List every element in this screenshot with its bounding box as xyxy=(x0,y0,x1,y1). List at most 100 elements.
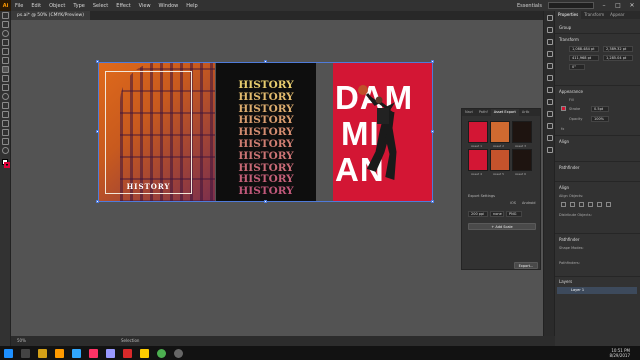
suffix-field[interactable]: none xyxy=(490,211,504,217)
export-button[interactable]: Export... xyxy=(514,262,538,269)
ios-option[interactable]: iOS xyxy=(510,201,516,205)
selection-handle[interactable] xyxy=(96,200,99,203)
align-option-icon[interactable] xyxy=(606,202,611,207)
folder-taskbar-icon[interactable] xyxy=(140,348,149,358)
minimize-icon[interactable]: – xyxy=(600,2,608,9)
align-option-icon[interactable] xyxy=(579,202,584,207)
fx-icon[interactable]: fx xyxy=(561,127,564,131)
layer-row[interactable]: Layer 1 xyxy=(557,287,637,294)
workspace-switcher[interactable]: Essentials xyxy=(517,3,542,9)
premiere-taskbar-icon[interactable] xyxy=(106,348,115,358)
tab-properties[interactable]: Properties xyxy=(555,11,582,19)
android-option[interactable]: Android xyxy=(522,201,536,205)
indesign-taskbar-icon[interactable] xyxy=(89,348,98,358)
menu-edit[interactable]: Edit xyxy=(27,3,45,9)
pen-tool-icon[interactable] xyxy=(2,39,9,46)
align-option-icon[interactable] xyxy=(588,202,593,207)
asset-thumbnail[interactable] xyxy=(490,121,510,143)
asset-thumbnail[interactable] xyxy=(490,149,510,171)
menu-effect[interactable]: Effect xyxy=(112,3,134,9)
asset-label[interactable]: Asset 5 xyxy=(493,172,504,176)
y-field[interactable]: 411,968 pt xyxy=(569,55,599,61)
tab-navigator[interactable]: Navi xyxy=(462,109,476,116)
align-option-icon[interactable] xyxy=(597,202,602,207)
menu-window[interactable]: Window xyxy=(155,3,183,9)
asset-thumbnail[interactable] xyxy=(512,121,532,143)
line-tool-icon[interactable] xyxy=(2,57,9,64)
asset-thumbnail[interactable] xyxy=(512,149,532,171)
selection-handle[interactable] xyxy=(431,60,434,63)
format-select[interactable]: PNG xyxy=(506,211,522,217)
align-option-icon[interactable] xyxy=(561,202,566,207)
chrome-taskbar-icon[interactable] xyxy=(157,348,166,358)
selection-handle[interactable] xyxy=(264,60,267,63)
acrobat-taskbar-icon[interactable] xyxy=(123,348,132,358)
angle-field[interactable]: 0° xyxy=(569,64,585,70)
asset-label[interactable]: Asset 3 xyxy=(515,144,526,148)
selection-tool-icon[interactable] xyxy=(2,12,9,19)
gradient-icon[interactable] xyxy=(547,99,553,105)
x-field[interactable]: 1,088.484 pt xyxy=(569,46,599,52)
photoshop-taskbar-icon[interactable] xyxy=(72,348,81,358)
selection-handle[interactable] xyxy=(264,200,267,203)
menu-type[interactable]: Type xyxy=(69,3,88,9)
scale-field[interactable]: 200 ppi xyxy=(468,211,488,217)
tab-artboards[interactable]: Artb xyxy=(519,109,532,116)
properties-icon[interactable] xyxy=(547,15,553,21)
file-explorer-icon[interactable] xyxy=(38,348,47,358)
free-transform-tool-icon[interactable] xyxy=(2,120,9,127)
paintbrush-tool-icon[interactable] xyxy=(2,75,9,82)
asset-label[interactable]: Asset 2 xyxy=(493,144,504,148)
tab-transform[interactable]: Transform xyxy=(581,11,607,19)
menu-help[interactable]: Help xyxy=(182,3,201,9)
selection-handle[interactable] xyxy=(96,60,99,63)
tab-pathfinder[interactable]: Pathf xyxy=(476,109,491,116)
asset-label[interactable]: Asset 6 xyxy=(515,172,526,176)
asset-label[interactable]: Asset 1 xyxy=(471,144,482,148)
menu-view[interactable]: View xyxy=(135,3,155,9)
stroke-swatch[interactable] xyxy=(4,162,10,168)
rotate-tool-icon[interactable] xyxy=(2,93,9,100)
document-tab[interactable]: ps.ai* @ 50% (CMYK/Preview) xyxy=(11,11,90,20)
scale-tool-icon[interactable] xyxy=(2,102,9,109)
zoom-tool-icon[interactable] xyxy=(2,147,9,154)
tab-appearance[interactable]: Appear xyxy=(607,11,627,19)
opacity-field[interactable]: 100% xyxy=(591,116,609,122)
selection-bounding-box[interactable] xyxy=(98,62,433,202)
system-clock[interactable]: 10:51 PM 8/29/2017 xyxy=(609,348,630,358)
libraries-icon[interactable] xyxy=(547,27,553,33)
zoom-level[interactable]: 50% xyxy=(17,336,26,346)
close-icon[interactable]: ✕ xyxy=(628,2,636,9)
appearance-icon[interactable] xyxy=(547,123,553,129)
w-field[interactable]: 2,389.32 pt xyxy=(603,46,633,52)
search-taskbar-icon[interactable] xyxy=(21,348,30,358)
brushes-icon[interactable] xyxy=(547,63,553,69)
rectangle-tool-icon[interactable] xyxy=(2,66,9,73)
layers-icon[interactable] xyxy=(547,147,553,153)
width-tool-icon[interactable] xyxy=(2,111,9,118)
selection-handle[interactable] xyxy=(431,200,434,203)
graphic-styles-icon[interactable] xyxy=(547,135,553,141)
asset-thumbnail[interactable] xyxy=(468,121,488,143)
add-scale-button[interactable]: + Add Scale xyxy=(468,223,536,230)
h-field[interactable]: 1,285.04 pt xyxy=(603,55,633,61)
shape-builder-tool-icon[interactable] xyxy=(2,129,9,136)
swatches-icon[interactable] xyxy=(547,51,553,57)
shaper-tool-icon[interactable] xyxy=(2,84,9,91)
align-option-icon[interactable] xyxy=(570,202,575,207)
color-icon[interactable] xyxy=(547,39,553,45)
search-input[interactable] xyxy=(548,2,594,9)
eyedropper-tool-icon[interactable] xyxy=(2,138,9,145)
menu-file[interactable]: File xyxy=(11,3,27,9)
maximize-icon[interactable]: □ xyxy=(614,2,622,9)
direct-selection-tool-icon[interactable] xyxy=(2,21,9,28)
symbols-icon[interactable] xyxy=(547,75,553,81)
menu-object[interactable]: Object xyxy=(45,3,69,9)
stroke-color-swatch[interactable] xyxy=(561,106,566,111)
transparency-icon[interactable] xyxy=(547,111,553,117)
asset-thumbnail[interactable] xyxy=(468,149,488,171)
selection-handle[interactable] xyxy=(431,130,434,133)
start-icon[interactable] xyxy=(4,348,13,358)
stroke-weight-field[interactable]: 0.5pt xyxy=(591,106,609,112)
stroke-icon[interactable] xyxy=(547,87,553,93)
